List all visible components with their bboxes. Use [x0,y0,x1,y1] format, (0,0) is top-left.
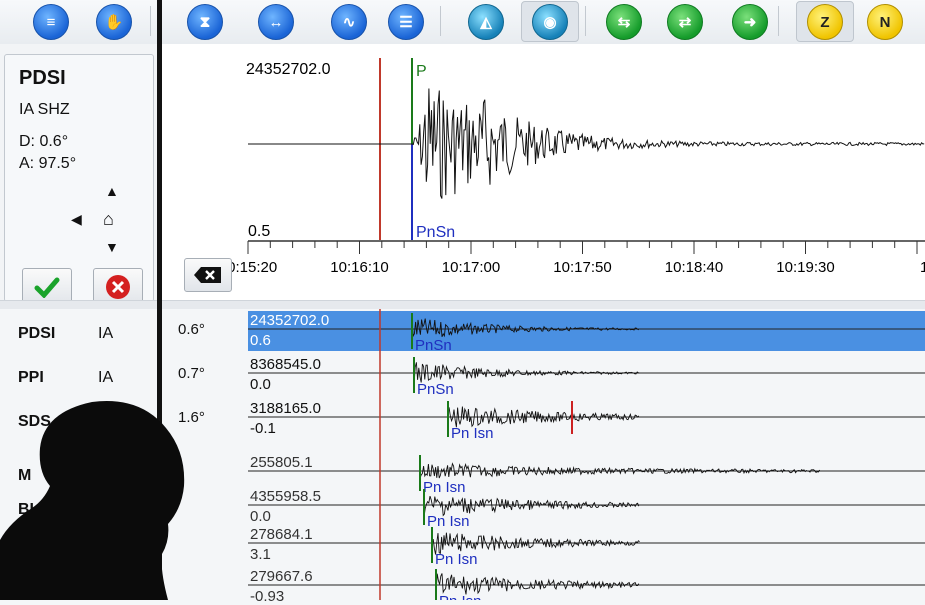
track-value: 0.0 [250,376,271,393]
toolbar: ≡ ✋ ⧗ ↔ ∿ ☰ ◭ ◉ ⇆ ⇄ ➜ Z N [0,0,925,45]
station-panel: PDSI IA SHZ D: 0.6° A: 97.5° ▲ ◀ ⌂ ▼ [0,44,158,306]
menu-button[interactable]: ☰ [388,4,424,40]
track-phase-label: Pn Isn [435,551,478,568]
backspace-icon [194,267,221,283]
track-phase-label: PnSn [417,381,454,398]
selected-track-highlight [248,311,925,351]
toolbar-separator [440,6,441,36]
main-scale: 0.5 [248,223,270,240]
time-label: 1 [920,259,925,276]
hourglass-icon: ⧗ [199,13,211,31]
menu-icon: ☰ [399,14,413,31]
track-amplitude: 24352702.0 [250,312,330,329]
track-amplitude: 8368545.0 [250,356,321,373]
component-n-button[interactable]: N [867,4,903,40]
list-icon: ≡ [46,13,56,31]
track-amplitude: 3188165.0 [250,400,321,417]
time-axis-ticks [247,241,918,254]
track-phase-label: Pn Isn [423,479,466,496]
main-trace-path [248,88,925,199]
time-label: 10:17:50 [553,259,611,276]
main-amplitude: 24352702.0 [246,61,331,78]
track-value: 0.6 [250,332,271,349]
station-azimuth: A: 97.5° [19,155,77,172]
time-label: 10:19:30 [776,259,834,276]
arrow-right-button[interactable]: ➜ [732,4,768,40]
main-p-label: P [416,63,427,80]
swap-left-icon: ⇆ [617,14,631,31]
track-value: -0.93 [250,588,285,605]
target-button[interactable]: ◉ [532,4,568,40]
station-distance: D: 0.6° [19,133,69,150]
toolbar-separator [150,6,151,36]
hand-button[interactable]: ✋ [96,4,132,40]
track-amplitude: 255805.1 [250,454,313,471]
station-net-channel: IA SHZ [19,101,70,118]
target-icon: ◉ [543,14,557,31]
track-value: -0.1 [250,420,276,437]
expand-button[interactable]: ↔ [258,4,294,40]
track-phase-label: PnSn [415,337,452,354]
time-label: 10:18:40 [665,259,723,276]
nav-up-icon[interactable]: ▲ [105,183,119,199]
waveform-icon: ∿ [342,14,356,31]
station-info-box: PDSI IA SHZ D: 0.6° A: 97.5° ▲ ◀ ⌂ ▼ [4,54,154,306]
track-amplitude: 278684.1 [250,526,313,543]
person-silhouette [0,401,185,600]
main-phase-label: PnSn [416,224,455,241]
home-icon[interactable]: ⌂ [103,209,114,230]
track-value: 3.1 [250,546,271,563]
hourglass-button[interactable]: ⧗ [187,4,223,40]
nav-down-icon[interactable]: ▼ [105,239,119,255]
station-name: PDSI [19,67,66,89]
track-amplitude: 279667.6 [250,568,313,585]
time-label: 10:17:00 [442,259,500,276]
track-phase-label: Pn Isn [427,513,470,530]
track-network: IA [98,369,114,386]
toolbar-separator [778,6,779,36]
track-distance: 0.6° [178,321,205,338]
track-station-name: PPI [18,369,44,386]
clear-button[interactable] [184,258,232,292]
nav-left-icon[interactable]: ◀ [71,211,82,228]
time-axis-labels: 10:15:20 10:16:10 10:17:00 10:17:50 10:18:40… [219,259,925,276]
swap-right-icon: ⇄ [678,14,692,31]
track-amplitude: 4355958.5 [250,488,321,505]
swap-right-button[interactable]: ⇄ [667,4,703,40]
track-phase-label: Pn Isn [451,425,494,442]
list-button[interactable]: ≡ [33,4,69,40]
track-value: 0.0 [250,508,271,525]
track-station-name: PDSI [18,325,56,342]
expand-icon: ↔ [268,13,284,31]
filter-button[interactable]: ◭ [468,4,504,40]
track-trace [435,573,640,595]
main-waveform-svg: 24352702.0 0.5 P PnSn 10:15:20 10:16:10 10… [219,58,925,276]
track-distance: 0.7° [178,365,205,382]
main-waveform-trace [248,88,925,199]
swap-left-button[interactable]: ⇆ [606,4,642,40]
track-phase-label: Pn Isn [439,593,482,600]
arrow-right-icon: ➜ [743,14,757,31]
component-z-button[interactable]: Z [807,4,843,40]
check-icon [34,277,60,298]
filter-icon: ◭ [480,14,492,31]
track-network: IA [98,325,114,342]
time-label: 10:16:10 [330,259,388,276]
waveform-button[interactable]: ∿ [331,4,367,40]
close-icon [106,275,130,299]
hand-icon: ✋ [104,14,124,31]
main-waveform-plot[interactable]: 24352702.0 0.5 P PnSn 10:15:20 10:16:10 10… [162,44,925,300]
toolbar-separator [585,6,586,36]
